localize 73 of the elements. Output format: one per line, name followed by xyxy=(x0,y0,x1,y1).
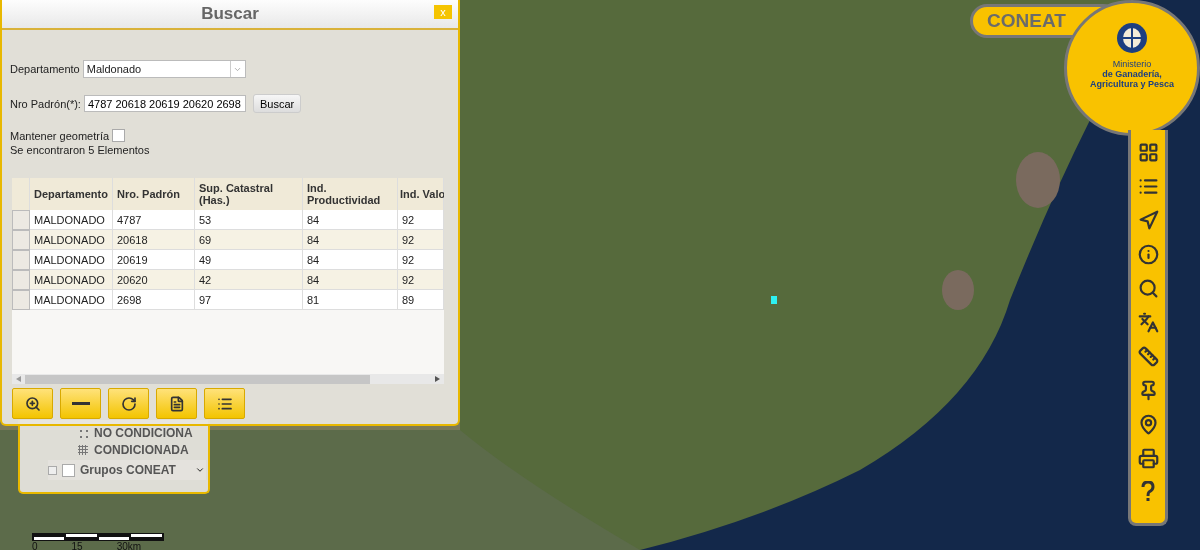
navigate-icon xyxy=(1137,209,1159,231)
app-name: CONEAT xyxy=(987,10,1066,32)
table-cell: MALDONADO xyxy=(30,290,113,310)
zoom-icon xyxy=(24,395,41,412)
table-cell: MALDONADO xyxy=(30,210,113,230)
refresh-tool-button[interactable] xyxy=(108,388,149,419)
layer-label: CONDICIONADA xyxy=(94,443,189,457)
column-header[interactable]: Sup. Catastral (Has.) xyxy=(195,178,303,210)
column-header[interactable]: Ind. Valo xyxy=(398,178,444,210)
checkbox[interactable] xyxy=(112,129,126,142)
question-mark-icon xyxy=(1140,481,1156,503)
header-corner xyxy=(12,178,30,210)
ministry-name: Agricultura y Pesca xyxy=(1089,79,1174,89)
zoom-tool-button[interactable] xyxy=(12,388,53,419)
minus-tool-button[interactable] xyxy=(60,388,101,419)
table-cell: 84 xyxy=(303,210,398,230)
table-cell: 53 xyxy=(195,210,303,230)
checkbox-label: Mantener geometría xyxy=(10,129,110,142)
search-button[interactable]: Buscar xyxy=(252,94,302,113)
layer-checkbox[interactable] xyxy=(62,463,75,477)
right-arrow-icon[interactable] xyxy=(435,376,440,382)
minus-icon xyxy=(71,402,90,405)
list-tool-button[interactable] xyxy=(204,388,245,419)
field-label: Departamento xyxy=(10,63,80,75)
ministry-name: de Ganadería, xyxy=(1102,69,1162,79)
department-select[interactable]: Maldonado xyxy=(82,60,246,78)
table-cell: 42 xyxy=(195,270,303,290)
horizontal-scrollbar[interactable] xyxy=(12,374,444,384)
search-icon xyxy=(1137,277,1159,299)
table-cell: 92 xyxy=(398,210,444,230)
table-cell: 2698 xyxy=(113,290,195,310)
caret-icon[interactable] xyxy=(194,465,205,475)
dialog-title: Buscar xyxy=(201,4,259,24)
coat-of-arms-icon xyxy=(1115,21,1149,55)
location-icon xyxy=(1137,413,1159,435)
table-cell: 89 xyxy=(398,290,444,310)
table-cell: 84 xyxy=(303,250,398,270)
field-label: Nro Padrón(*): xyxy=(10,97,81,110)
ministry-name: Ministerio xyxy=(1112,59,1152,69)
grid-icon xyxy=(1137,141,1159,163)
ruler-icon xyxy=(1137,345,1159,367)
scale-label: 30km xyxy=(116,541,142,550)
table-cell: 20620 xyxy=(113,270,195,290)
scale-label: 15 xyxy=(71,541,83,550)
table-cell: 84 xyxy=(303,270,398,290)
table-cell: 92 xyxy=(398,270,444,290)
table-cell: 69 xyxy=(195,230,303,250)
translate-icon xyxy=(1137,311,1159,333)
layer-label: NO CONDICIONA xyxy=(94,426,193,440)
column-header[interactable]: Departamento xyxy=(30,178,113,210)
column-header[interactable]: Ind. Productividad xyxy=(303,178,398,210)
table-cell: 81 xyxy=(303,290,398,310)
table-cell: 20618 xyxy=(113,230,195,250)
table-cell: 97 xyxy=(195,290,303,310)
layer-group-label: Grupos CONEAT xyxy=(80,463,176,477)
table-cell: 84 xyxy=(303,230,398,250)
scale-label: 0 xyxy=(32,541,38,550)
table-cell: MALDONADO xyxy=(30,250,113,270)
table-cell: MALDONADO xyxy=(30,270,113,290)
table-cell: MALDONADO xyxy=(30,230,113,250)
table-cell: 92 xyxy=(398,230,444,250)
print-icon xyxy=(1137,447,1159,469)
table-cell: 49 xyxy=(195,250,303,270)
document-tool-button[interactable] xyxy=(156,388,197,419)
info-icon xyxy=(1137,243,1159,265)
column-header[interactable]: Nro. Padrón xyxy=(113,178,195,210)
padron-input[interactable]: 4787 20618 20619 20620 2698 xyxy=(83,95,246,112)
refresh-icon xyxy=(120,395,137,412)
table-cell: 20619 xyxy=(113,250,195,270)
table-cell: 4787 xyxy=(113,210,195,230)
table-cell: 92 xyxy=(398,250,444,270)
document-icon xyxy=(168,395,185,412)
result-count: Se encontraron 5 Elementos xyxy=(10,144,151,156)
